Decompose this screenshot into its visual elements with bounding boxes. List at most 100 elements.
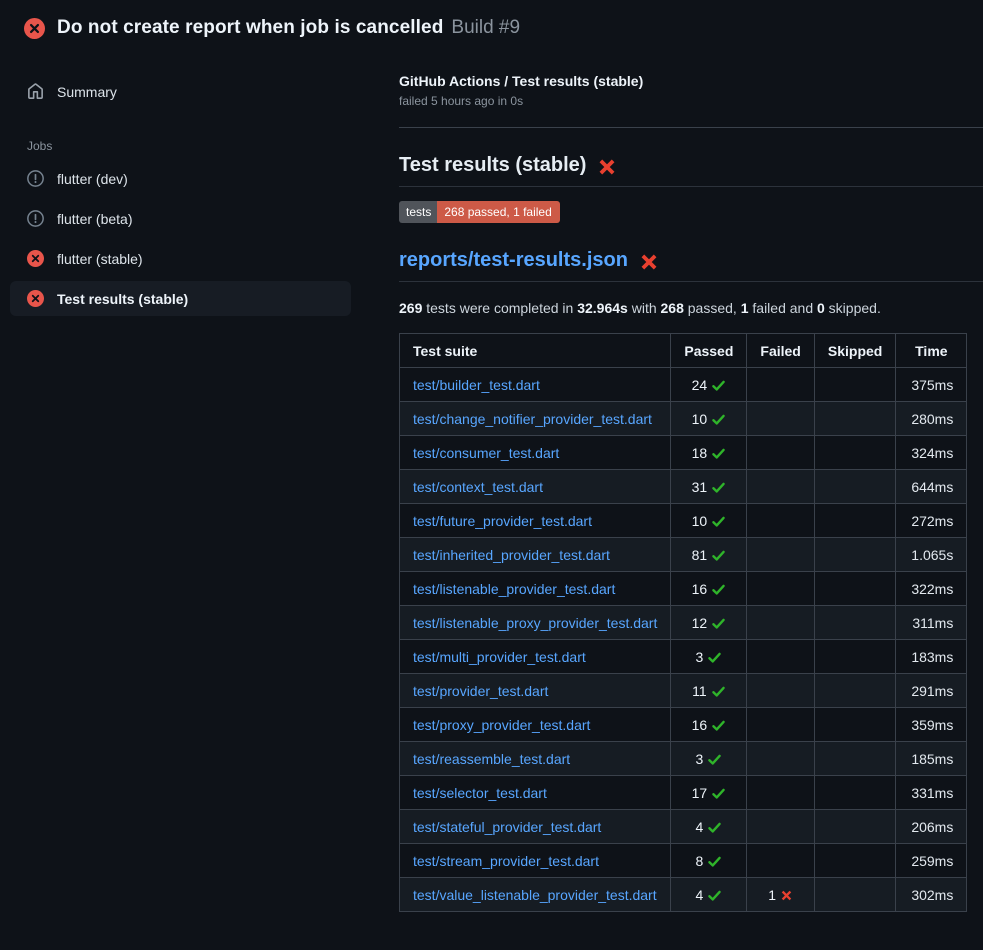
skipped-cell bbox=[814, 810, 895, 844]
table-row: test/consumer_test.dart18324ms bbox=[400, 436, 967, 470]
passed-cell-value: 16 bbox=[692, 717, 727, 733]
skipped-cell bbox=[814, 572, 895, 606]
page-title: Do not create report when job is cancell… bbox=[57, 17, 443, 39]
sidebar-job-item[interactable]: Test results (stable) bbox=[10, 281, 351, 316]
sidebar-job-item[interactable]: flutter (dev) bbox=[10, 161, 351, 196]
time-cell: 324ms bbox=[896, 436, 967, 470]
check-icon bbox=[711, 615, 726, 630]
passed-cell-value: 81 bbox=[692, 547, 727, 563]
test-suite-link[interactable]: test/builder_test.dart bbox=[413, 377, 540, 393]
badge-label: tests bbox=[399, 201, 437, 223]
table-row: test/listenable_provider_test.dart16322m… bbox=[400, 572, 967, 606]
passed-cell-value: 4 bbox=[695, 819, 722, 835]
report-heading: reports/test-results.json bbox=[399, 249, 983, 282]
failed-cell bbox=[747, 538, 814, 572]
check-icon bbox=[711, 717, 726, 732]
sidebar-job-label: Test results (stable) bbox=[57, 291, 188, 307]
passed-cell: 16 bbox=[671, 572, 747, 606]
passed-cell: 16 bbox=[671, 708, 747, 742]
time-cell: 272ms bbox=[896, 504, 967, 538]
passed-cell-value: 10 bbox=[692, 513, 727, 529]
x-icon bbox=[780, 888, 793, 901]
skipped-cell bbox=[814, 606, 895, 640]
skipped-cell bbox=[814, 674, 895, 708]
count-text: 12 bbox=[692, 615, 708, 631]
test-suite-link[interactable]: test/stateful_provider_test.dart bbox=[413, 819, 601, 835]
sidebar-job-label: flutter (stable) bbox=[57, 251, 143, 267]
time-cell: 280ms bbox=[896, 402, 967, 436]
test-suite-link[interactable]: test/context_test.dart bbox=[413, 479, 543, 495]
section-title: Test results (stable) bbox=[399, 154, 586, 177]
failed-cell bbox=[747, 742, 814, 776]
test-suite-cell: test/builder_test.dart bbox=[400, 368, 671, 402]
test-suite-link[interactable]: test/reassemble_test.dart bbox=[413, 751, 570, 767]
time-cell: 206ms bbox=[896, 810, 967, 844]
sidebar-job-item[interactable]: flutter (beta) bbox=[10, 201, 351, 236]
passed-cell-value: 17 bbox=[692, 785, 727, 801]
test-suite-link[interactable]: test/future_provider_test.dart bbox=[413, 513, 592, 529]
test-suite-link[interactable]: test/multi_provider_test.dart bbox=[413, 649, 586, 665]
test-suite-cell: test/multi_provider_test.dart bbox=[400, 640, 671, 674]
test-suite-cell: test/change_notifier_provider_test.dart bbox=[400, 402, 671, 436]
sidebar-item-summary[interactable]: Summary bbox=[10, 74, 351, 109]
sidebar-job-item[interactable]: flutter (stable) bbox=[10, 241, 351, 276]
table-row: test/change_notifier_provider_test.dart 1… bbox=[400, 402, 967, 436]
table-row: test/future_provider_test.dart 10 272ms bbox=[400, 504, 967, 538]
table-header-row: Test suite Passed Failed Skipped Time bbox=[400, 334, 967, 368]
check-icon bbox=[711, 547, 726, 562]
test-suite-link[interactable]: test/stream_provider_test.dart bbox=[413, 853, 599, 869]
time-cell: 359ms bbox=[896, 708, 967, 742]
passed-cell: 4 bbox=[671, 810, 747, 844]
passed-cell: 10 bbox=[671, 504, 747, 538]
passed-cell-value: 10 bbox=[692, 411, 727, 427]
time-cell: 259ms bbox=[896, 844, 967, 878]
test-suite-link[interactable]: test/listenable_proxy_provider_test.dart bbox=[413, 615, 657, 631]
count-text: 24 bbox=[692, 377, 708, 393]
passed-cell: 3 bbox=[671, 742, 747, 776]
check-icon bbox=[711, 513, 726, 528]
test-suite-link[interactable]: test/consumer_test.dart bbox=[413, 445, 559, 461]
passed-cell-value: 3 bbox=[695, 751, 722, 767]
table-row: test/inherited_provider_test.dart 81 1.065… bbox=[400, 538, 967, 572]
time-cell: 1.065s bbox=[896, 538, 967, 572]
test-suite-link[interactable]: test/selector_test.dart bbox=[413, 785, 547, 801]
skipped-cell bbox=[814, 470, 895, 504]
test-suite-cell: test/listenable_provider_test.dart bbox=[400, 572, 671, 606]
test-suite-link[interactable]: test/proxy_provider_test.dart bbox=[413, 717, 590, 733]
jobs-list: flutter (dev) flutter (beta) flutter (stab… bbox=[0, 161, 399, 316]
count-text: 10 bbox=[692, 411, 708, 427]
failed-cell bbox=[747, 708, 814, 742]
failed-cell bbox=[747, 844, 814, 878]
breadcrumb: GitHub Actions / Test results (stable) bbox=[399, 73, 983, 89]
passed-cell: 81 bbox=[671, 538, 747, 572]
time-cell: 302ms bbox=[896, 878, 967, 912]
count-text: 81 bbox=[692, 547, 708, 563]
passed-cell: 17 bbox=[671, 776, 747, 810]
count-text: 11 bbox=[692, 683, 707, 699]
report-file-link[interactable]: reports/test-results.json bbox=[399, 249, 628, 272]
table-row: test/context_test.dart31644ms bbox=[400, 470, 967, 504]
passed-cell-value: 12 bbox=[692, 615, 727, 631]
neutral-circle-icon bbox=[27, 170, 44, 187]
test-suite-link[interactable]: test/change_notifier_provider_test.dart bbox=[413, 411, 652, 427]
test-suite-link[interactable]: test/listenable_provider_test.dart bbox=[413, 581, 615, 597]
count-text: 10 bbox=[692, 513, 708, 529]
count-text: 1 bbox=[768, 887, 776, 903]
jobs-section-label: Jobs bbox=[27, 139, 399, 153]
test-suite-cell: test/stream_provider_test.dart bbox=[400, 844, 671, 878]
check-icon bbox=[707, 853, 722, 868]
failed-cell bbox=[747, 810, 814, 844]
passed-cell-value: 4 bbox=[695, 887, 722, 903]
table-row: test/multi_provider_test.dart3183ms bbox=[400, 640, 967, 674]
test-suite-link[interactable]: test/value_listenable_provider_test.dart bbox=[413, 887, 657, 903]
check-icon bbox=[707, 649, 722, 664]
test-suite-link[interactable]: test/provider_test.dart bbox=[413, 683, 548, 699]
count-text: 16 bbox=[692, 717, 708, 733]
col-header-passed: Passed bbox=[671, 334, 747, 368]
test-suite-cell: test/listenable_proxy_provider_test.dart bbox=[400, 606, 671, 640]
check-icon bbox=[711, 581, 726, 596]
sidebar-summary-label: Summary bbox=[57, 84, 117, 100]
test-suite-link[interactable]: test/inherited_provider_test.dart bbox=[413, 547, 610, 563]
table-row: test/stateful_provider_test.dart 4 206ms bbox=[400, 810, 967, 844]
check-icon bbox=[707, 751, 722, 766]
